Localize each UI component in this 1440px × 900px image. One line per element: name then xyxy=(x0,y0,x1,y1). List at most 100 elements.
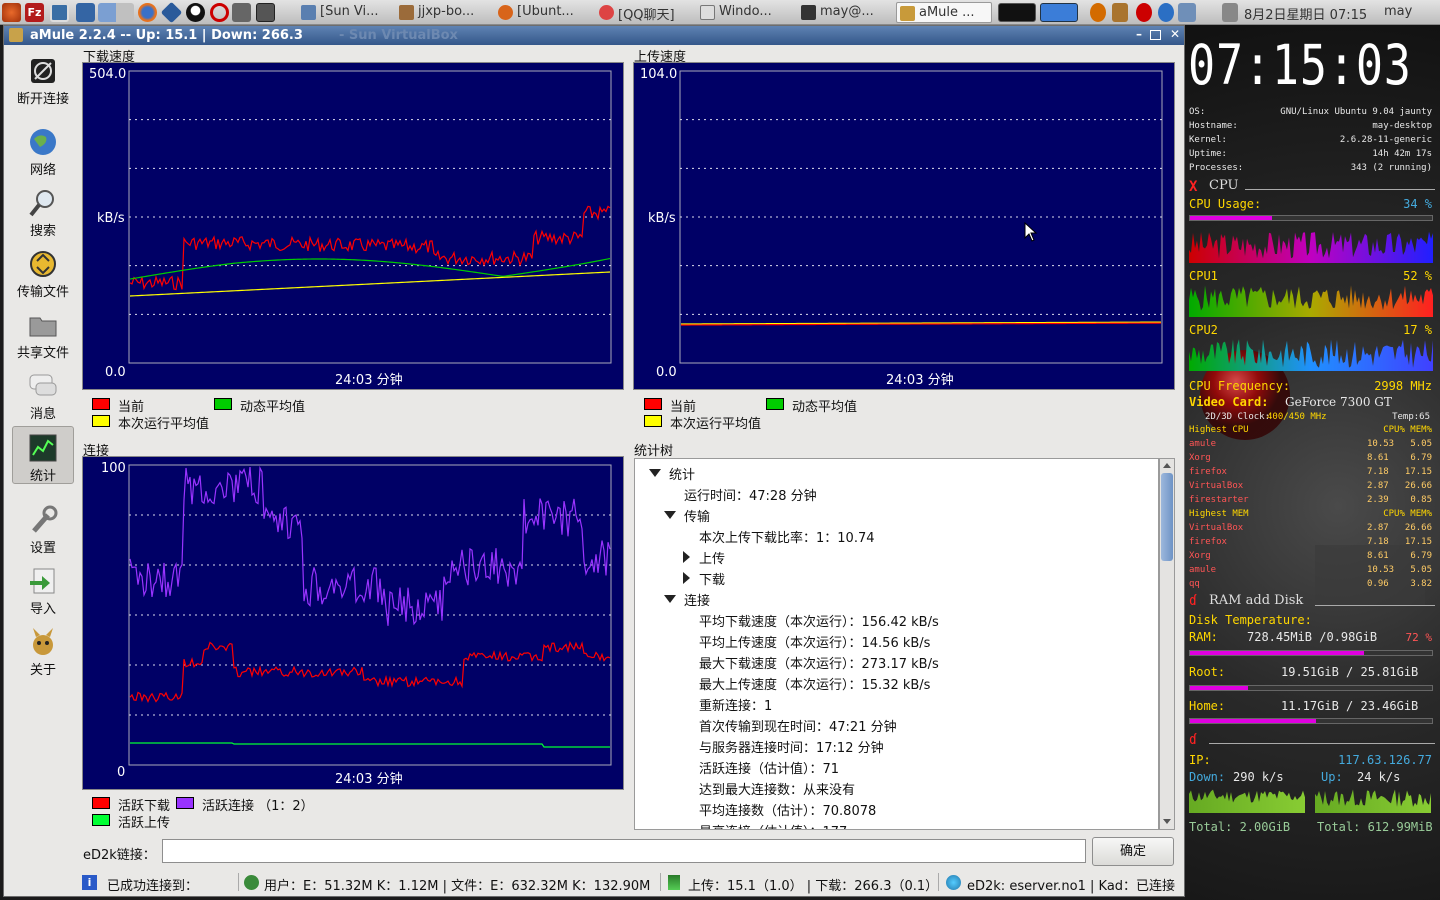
process-cpu: 0.96 xyxy=(1367,579,1389,589)
current-speed-trace xyxy=(129,205,611,291)
active-connections-trace xyxy=(129,465,611,626)
transfer-icon xyxy=(28,249,58,279)
collapsed-arrow-icon[interactable] xyxy=(683,551,690,563)
ram-usage-bar xyxy=(1189,650,1433,656)
workspace-applet-icon[interactable] xyxy=(1040,3,1078,22)
stats-tree-row[interactable]: 统计 xyxy=(649,464,695,483)
legend-active-ul-label: 活跃上传 xyxy=(118,816,171,831)
tray-amule-icon[interactable] xyxy=(1112,3,1128,22)
ram-value: 728.45MiB /0.98GiB xyxy=(1247,630,1378,644)
sidebar-item-statistics[interactable]: 统计 xyxy=(12,426,74,484)
scroll-up-arrow[interactable] xyxy=(1163,463,1171,468)
ram-percent: 72 % xyxy=(1405,631,1433,644)
sidebar-item-messages[interactable]: 消息 xyxy=(12,365,74,423)
close-button[interactable]: ✕ xyxy=(1168,28,1182,42)
stats-tree-row[interactable]: 下载 xyxy=(683,569,725,588)
stats-tree-row[interactable]: 连接 xyxy=(664,590,710,609)
active-uploads-trace xyxy=(130,742,610,748)
process-mem: 17.15 xyxy=(1404,537,1432,547)
virtualbox-icon[interactable] xyxy=(160,1,183,24)
stats-tree-row-label: 活跃连接（估计值）：71 xyxy=(699,762,840,777)
conky-monitor: 07:15:03 OS: GNU/Linux Ubuntu 9.04 jaunty… xyxy=(1185,25,1440,900)
system-monitor-applet-icon[interactable] xyxy=(998,3,1036,22)
process-mem: 3.82 xyxy=(1410,579,1432,589)
screenshot-icon[interactable] xyxy=(50,3,69,22)
upload-traffic-graph xyxy=(1315,787,1431,813)
stats-tree[interactable]: 统计 运行时间：47:28 分钟 传输 本次上传下载比率：1：10.74 上传 下载 连接平… xyxy=(634,458,1159,830)
gimp-task-icon xyxy=(399,5,414,20)
scroll-thumb[interactable] xyxy=(1161,473,1173,561)
sidebar-item-import[interactable]: 导入 xyxy=(12,560,74,618)
sidebar-item-transfers[interactable]: 传输文件 xyxy=(12,243,74,301)
cpu2-graph xyxy=(1189,337,1433,371)
expanded-arrow-icon[interactable] xyxy=(664,511,676,519)
task-terminal[interactable]: may@... xyxy=(798,2,890,23)
sidebar-item-search[interactable]: 搜索 xyxy=(12,182,74,240)
stats-tree-row: 本次上传下载比率：1：10.74 xyxy=(699,527,875,546)
stats-tree-row-label: 重新连接：1 xyxy=(699,699,773,714)
legend-active-conn-swatch xyxy=(176,797,194,809)
home-label: Home: xyxy=(1189,699,1226,713)
expanded-arrow-icon[interactable] xyxy=(664,595,676,603)
qq-penguin-icon[interactable] xyxy=(186,3,205,22)
disk-temp-label: Disk Temperature: xyxy=(1189,613,1312,627)
task-windows[interactable]: Windo... xyxy=(697,2,789,23)
stats-tree-row-label: 最大下载速度（本次运行）：273.17 kB/s xyxy=(699,657,939,672)
tray-volume-icon[interactable] xyxy=(1222,3,1238,22)
process-cpu: 2.87 xyxy=(1367,523,1389,533)
import-icon xyxy=(28,566,58,596)
sidebar-item-disconnect[interactable]: 断开连接 xyxy=(12,50,74,108)
task-jjxp[interactable]: jjxp-bo... xyxy=(396,2,488,23)
tray-rss-icon[interactable] xyxy=(1090,3,1106,22)
task-amule[interactable]: aMule ... xyxy=(896,2,992,23)
legend-active-dl-swatch xyxy=(92,797,110,809)
amule-task-icon xyxy=(900,6,915,21)
total-down: Total: 2.00GiB xyxy=(1189,820,1291,834)
ed2k-link-input[interactable] xyxy=(162,839,1086,863)
opera-icon[interactable] xyxy=(210,3,229,22)
background-window-title: - Sun VirtualBox xyxy=(339,28,458,43)
expanded-arrow-icon[interactable] xyxy=(649,469,661,477)
tray-bluetooth-icon[interactable] xyxy=(1158,3,1174,22)
window-titlebar[interactable]: aMule 2.2.4 -- Up: 15.1 | Down: 266.3 - … xyxy=(4,26,1184,45)
desktop-switcher-icon[interactable] xyxy=(98,3,134,22)
task-sun-vbox[interactable]: [Sun Vi... xyxy=(298,2,390,23)
scroll-down-arrow[interactable] xyxy=(1163,819,1171,824)
tray-record-icon[interactable] xyxy=(1136,3,1152,22)
stats-tree-row[interactable]: 上传 xyxy=(683,548,725,567)
sidebar-item-about[interactable]: 关于 xyxy=(12,621,74,679)
cpu-usage-bar xyxy=(1189,215,1433,221)
download-speed-graph: 504.0 kB/s 0.0 24:03 分钟 xyxy=(82,62,624,390)
cpu-section-title: CPU xyxy=(1209,178,1239,193)
network-section-rule xyxy=(1209,743,1435,744)
tray-network-icon[interactable] xyxy=(1178,3,1196,22)
sidebar-item-settings[interactable]: 设置 xyxy=(12,499,74,557)
sidebar-item-shared-files[interactable]: 共享文件 xyxy=(12,304,74,362)
ubuntu-menu-icon[interactable] xyxy=(2,3,21,22)
panel-clock[interactable]: 8月2日星期日 07:15 xyxy=(1244,4,1367,23)
stats-tree-row-label: 平均连接数（估计）：70.8078 xyxy=(699,804,877,819)
terminal-launcher-icon[interactable] xyxy=(76,3,95,22)
stats-tree-scrollbar[interactable] xyxy=(1159,458,1175,830)
info-icon: i xyxy=(82,875,97,890)
maximize-button[interactable] xyxy=(1150,30,1161,40)
console-icon[interactable] xyxy=(256,3,275,22)
highest-cpu-title: Highest CPU xyxy=(1189,425,1249,435)
process-name: firestarter xyxy=(1189,495,1249,505)
task-qq-chat[interactable]: [QQ聊天] xyxy=(596,2,688,23)
stats-tree-row: 首次传输到现在时间：47:21 分钟 xyxy=(699,716,897,735)
users-icon xyxy=(244,875,259,890)
filezilla-icon[interactable]: Fz xyxy=(25,3,44,22)
minimize-button[interactable]: – xyxy=(1132,28,1146,42)
ok-button[interactable]: 确定 xyxy=(1092,837,1174,866)
collapsed-arrow-icon[interactable] xyxy=(683,572,690,584)
panel-user[interactable]: may xyxy=(1384,4,1412,19)
network-tool-icon[interactable] xyxy=(232,3,251,22)
stats-tree-row[interactable]: 传输 xyxy=(664,506,710,525)
stats-tree-row: 重新连接：1 xyxy=(699,695,772,714)
sidebar-item-network[interactable]: 网络 xyxy=(12,121,74,179)
firefox-icon[interactable] xyxy=(138,3,157,22)
stats-tree-row-label: 达到最大连接数：从来没有 xyxy=(699,783,856,798)
stats-tree-row: 最高连接（估计值）：177 xyxy=(699,821,847,829)
task-ubuntu[interactable]: [Ubunt... xyxy=(495,2,587,23)
